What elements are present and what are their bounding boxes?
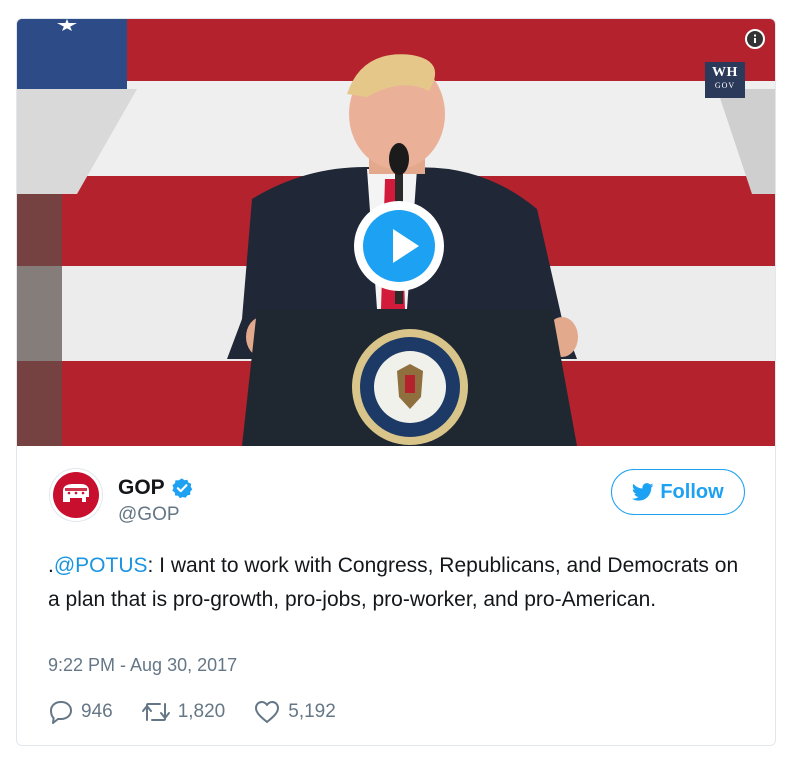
play-button[interactable] — [354, 201, 444, 291]
heart-icon — [255, 701, 280, 723]
like-count: 5,192 — [288, 701, 336, 722]
play-button-circle — [363, 210, 435, 282]
whitehouse-gov-watermark: WH GOV — [705, 62, 745, 98]
watermark-line-2: GOV — [714, 81, 736, 90]
reply-action[interactable]: 946 — [48, 699, 113, 725]
tweet-author-header: GOP @GOP Follow — [17, 446, 775, 546]
retweet-count: 1,820 — [177, 701, 226, 722]
tweet-text: .@POTUS: I want to work with Congress, R… — [48, 549, 748, 617]
retweet-icon — [141, 703, 170, 721]
play-icon — [393, 229, 419, 263]
reply-count: 946 — [81, 701, 113, 722]
account-handle[interactable]: @GOP — [118, 504, 180, 526]
name-row: GOP — [118, 476, 193, 500]
follow-label: Follow — [660, 480, 724, 503]
watermark-line-1: WH — [712, 65, 738, 80]
tweet-body: : I want to work with Congress, Republic… — [48, 554, 739, 611]
retweet-action[interactable]: 1,820 — [141, 699, 226, 725]
info-icon[interactable] — [745, 29, 765, 49]
tweet-actions: 946 1,820 5,192 — [48, 699, 364, 725]
mention-link[interactable]: @POTUS — [54, 554, 148, 577]
verified-badge-icon — [172, 478, 192, 499]
avatar[interactable] — [49, 468, 103, 522]
twitter-bird-icon — [632, 483, 654, 501]
reply-icon — [50, 701, 72, 724]
embedded-tweet-card[interactable]: WH GOV GOP @GOP Follow .@POTUS: I want t… — [16, 18, 776, 746]
elephant-logo-icon — [53, 472, 99, 518]
tweet-timestamp[interactable]: 9:22 PM - Aug 30, 2017 — [48, 655, 237, 676]
follow-button[interactable]: Follow — [611, 469, 745, 515]
account-name[interactable]: GOP — [118, 476, 165, 500]
like-action[interactable]: 5,192 — [253, 699, 336, 725]
video-player[interactable]: WH GOV — [17, 19, 775, 446]
